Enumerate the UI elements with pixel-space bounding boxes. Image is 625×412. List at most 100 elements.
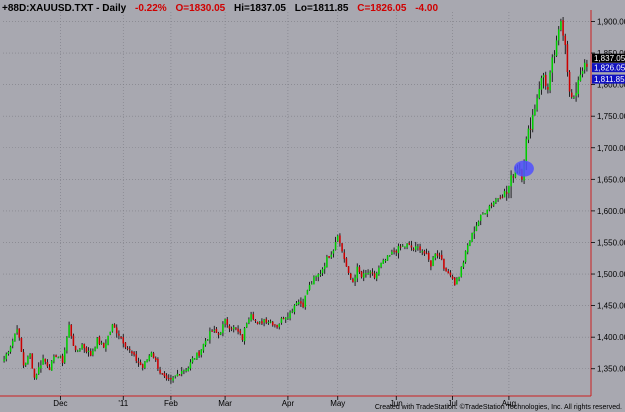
up-bar: [542, 75, 545, 78]
down-bar: [490, 204, 493, 206]
down-bar: [159, 369, 161, 374]
up-bar: [551, 57, 554, 73]
down-bar: [157, 358, 159, 369]
up-bar: [573, 97, 575, 99]
x-tick-label: Mar: [218, 399, 232, 408]
price-markers: 1,837.051,826.05 1,811.85: [592, 53, 625, 84]
open-value: O=1830.05: [175, 3, 225, 14]
up-bar: [37, 367, 40, 374]
down-bar: [395, 250, 398, 253]
price-chart: 1,350.00 1,400.00 1,450.00 1,500.00 1,550.00…: [0, 0, 625, 412]
down-bar: [430, 260, 432, 267]
y-tick-label: 1,900.00: [597, 17, 625, 26]
up-bar: [458, 276, 460, 280]
up-bar: [176, 373, 179, 377]
up-bar: [204, 340, 207, 346]
up-bar: [50, 360, 53, 371]
up-bar: [5, 354, 8, 360]
up-bar: [527, 128, 530, 140]
up-bar: [100, 342, 103, 344]
down-bar: [115, 327, 118, 334]
down-bar: [544, 74, 547, 87]
down-bar: [124, 342, 127, 348]
up-bar: [475, 225, 478, 232]
down-bar: [198, 351, 200, 356]
up-bar: [107, 335, 109, 345]
down-bar: [215, 328, 218, 333]
up-bar: [488, 205, 491, 211]
down-bar: [399, 246, 402, 248]
down-bar: [512, 176, 515, 178]
x-tick-label: May: [330, 399, 345, 408]
down-bar: [226, 319, 229, 325]
up-bar: [76, 350, 79, 352]
up-bar: [183, 369, 185, 371]
down-bar: [451, 276, 454, 279]
down-bar: [529, 128, 532, 130]
up-bar: [557, 29, 560, 41]
down-bar: [445, 268, 447, 272]
down-bar: [371, 272, 374, 274]
down-bar: [48, 367, 51, 371]
up-bar: [267, 322, 270, 324]
down-bar: [410, 245, 413, 248]
down-bar: [122, 337, 125, 344]
up-bar: [531, 114, 534, 130]
down-bar: [586, 63, 588, 67]
up-bar: [334, 241, 337, 250]
up-bar: [397, 246, 400, 254]
up-bar: [577, 79, 580, 95]
up-bar: [549, 72, 551, 91]
high-value: Hi=1837.05: [234, 3, 286, 14]
up-bar: [63, 349, 66, 363]
down-bar: [252, 314, 255, 320]
down-bar: [31, 353, 34, 369]
down-bar: [46, 361, 49, 367]
annotation-layer: [513, 160, 534, 177]
down-bar: [167, 378, 170, 380]
up-bar: [404, 246, 406, 248]
down-bar: [505, 192, 508, 194]
down-bar: [271, 321, 274, 326]
up-bar: [213, 330, 216, 332]
chart-background: [0, 0, 625, 412]
up-bar: [471, 233, 473, 242]
up-bar: [473, 231, 476, 234]
up-bar: [185, 369, 187, 371]
up-bar: [24, 362, 27, 366]
down-bar: [254, 319, 257, 321]
down-bar: [137, 361, 140, 363]
up-bar: [456, 278, 458, 285]
down-bar: [154, 357, 157, 361]
down-bar: [120, 336, 122, 338]
up-bar: [287, 317, 289, 319]
up-bar: [525, 138, 528, 163]
up-bar: [40, 365, 42, 369]
up-bar: [280, 318, 283, 323]
down-bar: [408, 243, 411, 245]
up-bar: [263, 319, 265, 323]
up-bar: [66, 337, 68, 351]
up-bar: [581, 70, 584, 75]
up-bar: [278, 324, 281, 327]
up-bar: [295, 302, 298, 306]
up-bar: [14, 333, 16, 341]
up-bar: [144, 361, 146, 368]
up-bar: [16, 329, 18, 333]
down-bar: [113, 324, 116, 328]
down-bar: [256, 321, 259, 324]
up-bar: [269, 321, 272, 323]
up-bar: [289, 312, 291, 319]
up-bar: [534, 109, 536, 116]
up-bar: [386, 255, 389, 261]
down-bar: [436, 253, 439, 256]
x-tick-label: Apr: [282, 399, 295, 408]
up-bar: [180, 371, 183, 374]
up-bar: [482, 213, 484, 215]
up-bar: [87, 350, 90, 353]
up-bar: [401, 245, 404, 247]
down-bar: [265, 319, 268, 323]
down-bar: [302, 302, 304, 308]
up-bar: [538, 88, 541, 98]
up-bar: [583, 62, 586, 70]
